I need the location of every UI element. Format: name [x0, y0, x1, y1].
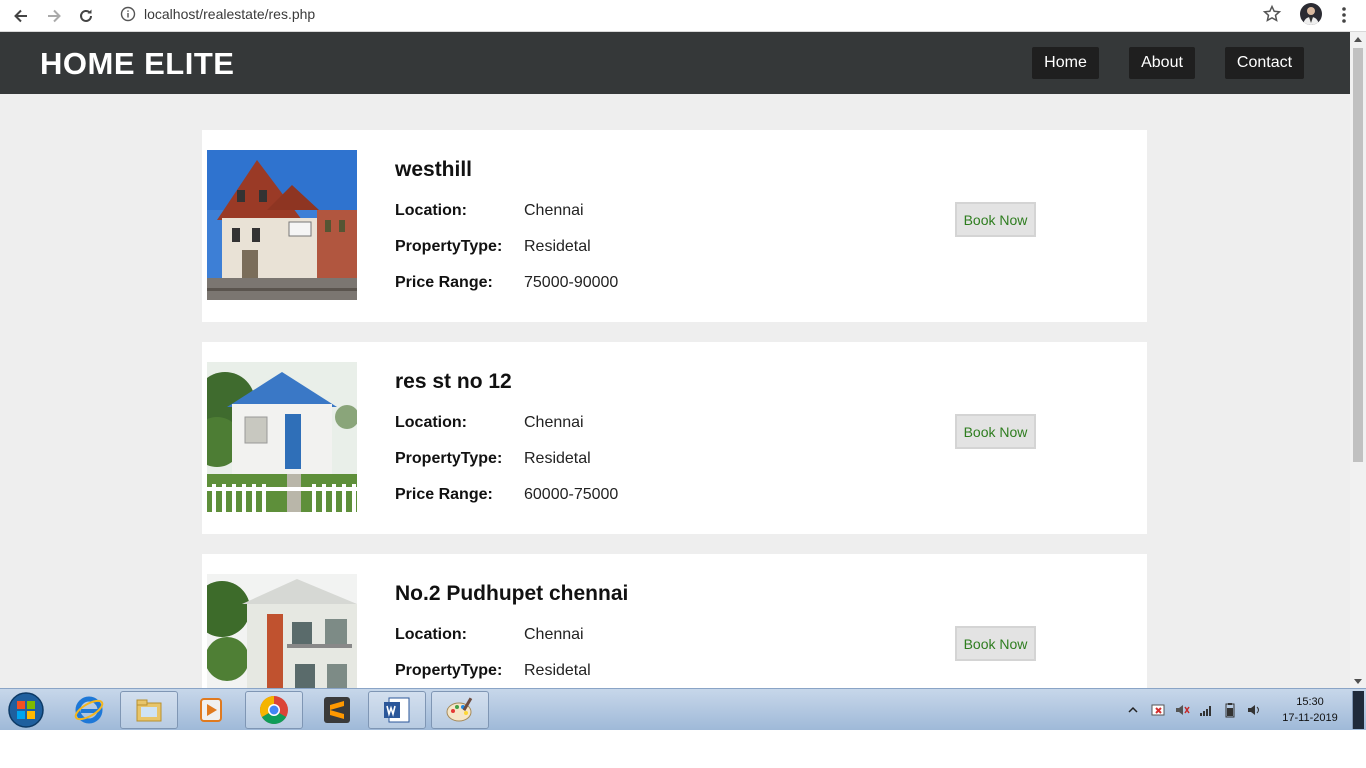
taskbar-word[interactable] — [368, 691, 426, 729]
scroll-up-arrow-icon[interactable] — [1354, 37, 1362, 42]
clock-time: 15:30 — [1296, 696, 1324, 708]
bookmark-star-icon[interactable] — [1262, 4, 1282, 24]
forward-arrow-icon — [48, 9, 61, 23]
clock-date: 17-11-2019 — [1282, 712, 1338, 724]
location-label: Location: — [395, 414, 467, 431]
sublime-text-icon — [324, 697, 350, 723]
reload-icon — [80, 9, 92, 22]
property-name: westhill — [395, 158, 473, 181]
property-type-label: PropertyType: — [395, 238, 503, 255]
property-card: No.2 Pudhupet chennai Location: Chennai … — [202, 554, 1147, 688]
price-range-label: Price Range: — [395, 274, 493, 291]
property-name: No.2 Pudhupet chennai — [395, 582, 629, 605]
site-logo[interactable]: HOME ELITE — [40, 46, 234, 82]
speaker-icon[interactable] — [1246, 702, 1262, 718]
property-type-value: Residetal — [524, 450, 591, 467]
scroll-thumb[interactable] — [1353, 48, 1363, 462]
property-card: res st no 12 Location: Chennai PropertyT… — [202, 342, 1147, 534]
site-header: HOME ELITE Home About Contact — [0, 32, 1350, 94]
tray-overflow-chevron-icon[interactable] — [1126, 703, 1140, 717]
location-label: Location: — [395, 626, 467, 643]
scroll-down-arrow-icon[interactable] — [1354, 679, 1362, 684]
network-signal-icon[interactable] — [1198, 702, 1214, 718]
browser-toolbar: localhost/realestate/res.php — [0, 0, 1366, 32]
site-info-icon[interactable] — [120, 6, 136, 22]
property-card: westhill Location: Chennai PropertyType:… — [202, 130, 1147, 322]
taskbar-chrome[interactable] — [245, 691, 303, 729]
reload-button[interactable] — [74, 4, 98, 28]
location-value: Chennai — [524, 202, 584, 219]
avatar-icon — [1303, 7, 1319, 25]
chrome-icon — [260, 696, 288, 724]
price-range-value: 60000-75000 — [524, 486, 619, 503]
volume-muted-icon[interactable] — [1174, 702, 1190, 718]
location-label: Location: — [395, 202, 467, 219]
blank-area — [0, 730, 1366, 768]
media-player-icon — [200, 698, 222, 722]
page-scrollbar[interactable] — [1350, 32, 1366, 688]
property-photo — [207, 150, 357, 300]
taskbar-ie[interactable] — [60, 691, 118, 729]
internet-explorer-icon — [74, 696, 104, 724]
show-desktop-button[interactable] — [1352, 691, 1364, 729]
paint-icon — [446, 697, 473, 722]
system-tray — [1126, 689, 1262, 731]
taskbar-explorer[interactable] — [120, 691, 178, 729]
file-explorer-icon — [136, 699, 162, 722]
house-image-westhill — [207, 150, 357, 300]
house-image-res-st-no-12 — [207, 362, 357, 512]
profile-avatar[interactable] — [1300, 3, 1322, 25]
property-type-value: Residetal — [524, 662, 591, 679]
start-orb-icon — [8, 692, 44, 728]
property-photo — [207, 362, 357, 512]
start-button[interactable] — [6, 691, 46, 729]
location-value: Chennai — [524, 414, 584, 431]
back-button[interactable] — [9, 4, 33, 28]
forward-button[interactable] — [42, 4, 66, 28]
taskbar-media-player[interactable] — [182, 691, 240, 729]
property-type-value: Residetal — [524, 238, 591, 255]
book-now-button[interactable]: Book Now — [955, 414, 1036, 449]
windows-taskbar: 15:30 17-11-2019 — [0, 688, 1366, 730]
location-value: Chennai — [524, 626, 584, 643]
back-arrow-icon — [14, 9, 27, 23]
taskbar-sublime[interactable] — [308, 691, 366, 729]
browser-menu-icon[interactable] — [1336, 4, 1352, 26]
book-now-button[interactable]: Book Now — [955, 202, 1036, 237]
taskbar-paint[interactable] — [431, 691, 489, 729]
taskbar-clock[interactable]: 15:30 17-11-2019 — [1276, 694, 1344, 726]
price-range-value: 75000-90000 — [524, 274, 619, 291]
action-center-flag-icon[interactable] — [1150, 702, 1166, 718]
property-name: res st no 12 — [395, 370, 512, 393]
nav-contact[interactable]: Contact — [1225, 47, 1304, 79]
word-icon — [384, 697, 410, 723]
property-photo — [207, 574, 357, 688]
property-type-label: PropertyType: — [395, 450, 503, 467]
price-range-label: Price Range: — [395, 486, 493, 503]
url-text: localhost/realestate/res.php — [144, 6, 316, 22]
battery-icon[interactable] — [1222, 702, 1238, 718]
page-viewport: HOME ELITE Home About Contact westhill L… — [0, 32, 1350, 688]
address-bar[interactable]: localhost/realestate/res.php — [108, 2, 1288, 26]
book-now-button[interactable]: Book Now — [955, 626, 1036, 661]
nav-home[interactable]: Home — [1032, 47, 1099, 79]
nav-about[interactable]: About — [1129, 47, 1195, 79]
property-type-label: PropertyType: — [395, 662, 503, 679]
house-image-pudhupet — [207, 574, 357, 688]
